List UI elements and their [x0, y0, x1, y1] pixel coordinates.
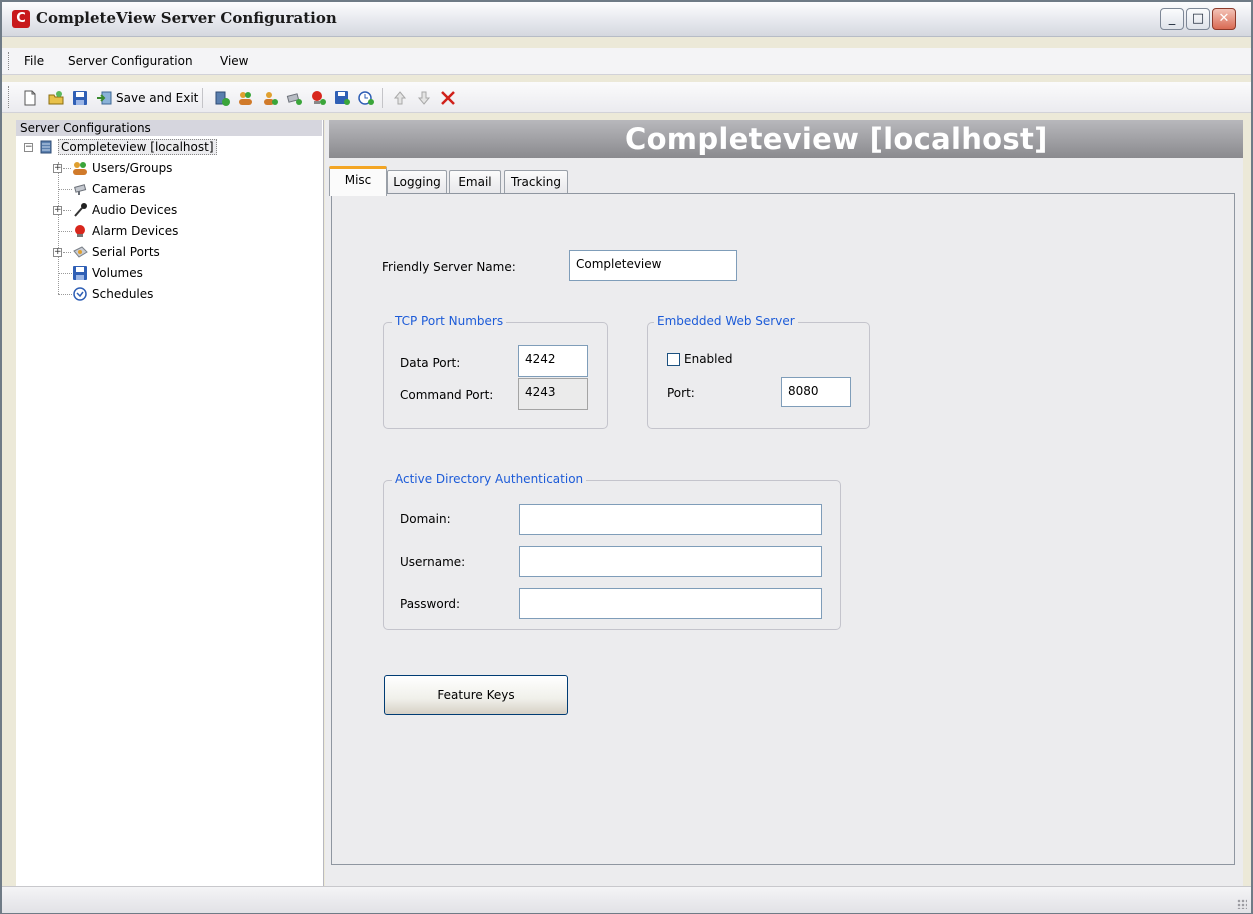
new-document-icon[interactable]	[22, 90, 38, 106]
collapse-toggle[interactable]: −	[24, 143, 33, 152]
tree-connector	[63, 252, 71, 253]
alarm-icon	[72, 224, 88, 238]
embedded-web-server-title: Embedded Web Server	[654, 314, 798, 328]
command-port-label: Command Port:	[400, 388, 494, 402]
serial-port-icon	[72, 245, 88, 259]
move-down-icon[interactable]	[416, 90, 432, 106]
tree-connector	[63, 168, 71, 169]
add-schedule-icon[interactable]	[358, 90, 374, 106]
friendly-server-name-input[interactable]: Completeview	[569, 250, 737, 281]
server-banner-title: Completeview [localhost]	[625, 122, 1048, 156]
window-title: CompleteView Server Configuration	[36, 9, 337, 27]
add-volume-icon[interactable]	[334, 90, 350, 106]
tree-root-label: Completeview [localhost]	[58, 139, 217, 155]
tree-item-cameras[interactable]: Cameras	[92, 180, 145, 198]
tree-connector	[58, 273, 72, 274]
add-user-icon[interactable]	[262, 90, 278, 106]
menu-file[interactable]: File	[24, 54, 44, 68]
tree-item-users-groups[interactable]: Users/Groups	[92, 159, 172, 177]
active-directory-title: Active Directory Authentication	[392, 472, 587, 486]
add-camera-icon[interactable]	[286, 90, 302, 106]
command-port-input: 4243	[518, 378, 588, 410]
tree-connector	[58, 162, 59, 294]
embedded-web-server-group	[647, 322, 870, 429]
tree-connector	[63, 210, 71, 211]
username-label: Username:	[400, 555, 466, 569]
feature-keys-button[interactable]: Feature Keys	[384, 675, 568, 715]
toolbar-grip	[8, 86, 12, 108]
camera-icon	[72, 182, 88, 196]
tree-item-root[interactable]: Completeview [localhost]	[58, 138, 217, 156]
tree-item-audio-devices[interactable]: Audio Devices	[92, 201, 177, 219]
tree-item-serial-ports[interactable]: Serial Ports	[92, 243, 160, 261]
add-alarm-icon[interactable]	[310, 90, 326, 106]
domain-input[interactable]	[519, 504, 822, 535]
save-and-exit-button[interactable]: Save and Exit	[116, 91, 198, 105]
server-icon	[38, 140, 54, 154]
tree-item-volumes[interactable]: Volumes	[92, 264, 143, 282]
menu-view[interactable]: View	[220, 54, 248, 68]
menu-bar: File Server Configuration View	[2, 48, 1251, 75]
minimize-button[interactable]: _	[1160, 8, 1184, 30]
toolbar-separator	[382, 88, 383, 108]
status-bar	[2, 886, 1251, 913]
tree-connector	[58, 231, 72, 232]
friendly-server-name-label: Friendly Server Name:	[382, 260, 516, 274]
save-and-exit-icon[interactable]	[96, 90, 112, 106]
tree-header: Server Configurations	[16, 120, 322, 136]
toolbar: Save and Exit	[2, 82, 1251, 113]
delete-icon[interactable]	[440, 90, 456, 106]
server-banner: Completeview [localhost]	[329, 120, 1243, 158]
tree-item-alarm-devices[interactable]: Alarm Devices	[92, 222, 178, 240]
tab-logging[interactable]: Logging	[387, 170, 447, 194]
tab-tracking[interactable]: Tracking	[504, 170, 568, 194]
volume-disk-icon	[72, 266, 88, 280]
close-button[interactable]: ✕	[1212, 8, 1236, 30]
web-port-label: Port:	[667, 386, 695, 400]
server-configurations-panel: Server Configurations − Completeview [lo…	[16, 120, 324, 886]
completeview-logo-icon: C	[12, 10, 30, 28]
menu-server-configuration[interactable]: Server Configuration	[68, 54, 193, 68]
app-window: C CompleteView Server Configuration _ □ …	[0, 0, 1253, 914]
web-port-input[interactable]: 8080	[781, 377, 851, 407]
microphone-icon	[72, 203, 88, 217]
data-port-input[interactable]: 4242	[518, 345, 588, 377]
expand-toggle[interactable]: +	[53, 164, 62, 173]
maximize-button[interactable]: □	[1186, 8, 1210, 30]
tab-misc[interactable]: Misc	[329, 166, 387, 196]
menubar-grip	[8, 52, 12, 70]
web-server-enabled-label[interactable]: Enabled	[684, 352, 733, 366]
toolbar-separator	[202, 88, 203, 108]
expand-toggle[interactable]: +	[53, 206, 62, 215]
tree-connector	[58, 189, 72, 190]
add-server-icon[interactable]	[214, 90, 230, 106]
resize-grip[interactable]	[1237, 899, 1247, 909]
data-port-label: Data Port:	[400, 356, 461, 370]
domain-label: Domain:	[400, 512, 451, 526]
move-up-icon[interactable]	[392, 90, 408, 106]
add-users-icon[interactable]	[238, 90, 254, 106]
username-input[interactable]	[519, 546, 822, 577]
password-label: Password:	[400, 597, 461, 611]
save-icon[interactable]	[72, 90, 88, 106]
title-bar[interactable]: C CompleteView Server Configuration _ □ …	[2, 2, 1251, 37]
open-folder-icon[interactable]	[48, 90, 64, 106]
password-input[interactable]	[519, 588, 822, 619]
schedule-clock-icon	[72, 287, 88, 301]
web-server-enabled-checkbox[interactable]	[667, 353, 680, 366]
expand-toggle[interactable]: +	[53, 248, 62, 257]
tree-item-schedules[interactable]: Schedules	[92, 285, 153, 303]
tree-connector	[58, 294, 72, 295]
users-groups-icon	[72, 161, 88, 175]
tab-email[interactable]: Email	[449, 170, 501, 194]
tcp-port-numbers-title: TCP Port Numbers	[392, 314, 507, 328]
